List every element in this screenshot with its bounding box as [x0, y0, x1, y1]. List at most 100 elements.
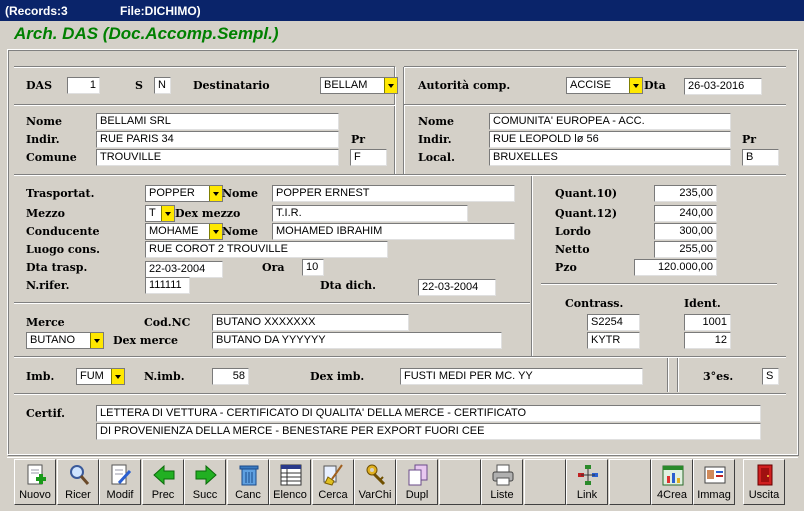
- edit-document-icon: [111, 464, 132, 485]
- autorita-label: Autorità comp.: [418, 79, 511, 92]
- lordo-label: Lordo: [555, 225, 591, 238]
- trasportat-dropdown[interactable]: POPPER: [145, 185, 223, 202]
- mezzo-label: Mezzo: [26, 207, 66, 220]
- uscita-button[interactable]: Uscita: [743, 459, 785, 505]
- crea4-button[interactable]: 4Crea: [651, 459, 693, 505]
- certif-line-1[interactable]: LETTERA DI VETTURA - CERTIFICATO DI QUAL…: [96, 405, 761, 422]
- dtadich-field[interactable]: 22-03-2004: [418, 279, 496, 296]
- cerca-label: Cerca: [318, 489, 348, 501]
- chevron-down-icon[interactable]: [111, 369, 124, 384]
- imb-label: Imb.: [26, 370, 55, 383]
- contrass-field-2[interactable]: KYTR: [587, 332, 640, 349]
- dta-label: Dta: [644, 79, 666, 92]
- crea4-label: 4Crea: [657, 489, 687, 501]
- ident-field-2[interactable]: 12: [684, 332, 731, 349]
- nuovo-label: Nuovo: [19, 489, 51, 501]
- link-label: Link: [576, 489, 598, 501]
- chevron-down-icon[interactable]: [209, 224, 222, 239]
- divider: [667, 358, 669, 392]
- quant10-label: Quant.10): [555, 187, 618, 200]
- dexmezzo-field[interactable]: T.I.R.: [272, 205, 468, 222]
- codnc-field[interactable]: BUTANO XXXXXXX: [212, 314, 409, 331]
- chevron-down-icon[interactable]: [209, 186, 222, 201]
- chevron-down-icon[interactable]: [384, 78, 397, 93]
- merce-value: BUTANO: [30, 334, 76, 346]
- pzo-label: Pzo: [555, 261, 577, 274]
- autorita-dropdown[interactable]: ACCISE: [566, 77, 643, 94]
- netto-field[interactable]: 255,00: [654, 241, 717, 258]
- contrass-field-1[interactable]: S2254: [587, 314, 640, 331]
- arrow-right-icon: [195, 464, 217, 486]
- s-label: S: [135, 79, 143, 92]
- dta-field[interactable]: 26-03-2016: [684, 78, 762, 95]
- conducente-dropdown[interactable]: MOHAME: [145, 223, 223, 240]
- immag-label: Immag: [697, 489, 731, 501]
- link-button[interactable]: Link: [566, 459, 608, 505]
- canc-button[interactable]: Canc: [227, 459, 269, 505]
- quant12-field[interactable]: 240,00: [654, 205, 717, 222]
- auth-pr-field[interactable]: B: [742, 149, 779, 166]
- auth-nome-field[interactable]: COMUNITA' EUROPEA - ACC.: [489, 113, 731, 130]
- file-name: File:DICHIMO): [120, 4, 201, 18]
- cond-nome-field[interactable]: MOHAMED IBRAHIM: [272, 223, 515, 240]
- dest-comune-label: Comune: [26, 151, 77, 164]
- deximb-field[interactable]: FUSTI MEDI PER MC. YY: [400, 368, 643, 385]
- ricer-label: Ricer: [65, 489, 91, 501]
- divider: [14, 302, 530, 304]
- dest-comune-field[interactable]: TROUVILLE: [96, 149, 339, 166]
- ident-label: Ident.: [684, 297, 721, 310]
- s-field[interactable]: N: [154, 77, 171, 94]
- divider: [404, 66, 786, 68]
- dtatrasp-field[interactable]: 22-03-2004: [145, 261, 223, 278]
- das-field[interactable]: 1: [67, 77, 100, 94]
- certif-line-2[interactable]: DI PROVENIENZA DELLA MERCE - BENESTARE P…: [96, 423, 761, 440]
- nrifer-label: N.rifer.: [26, 279, 70, 292]
- destinatario-dropdown[interactable]: BELLAM: [320, 77, 398, 94]
- ora-field[interactable]: 10: [302, 259, 324, 276]
- dexmerce-label: Dex merce: [113, 334, 179, 347]
- divider: [14, 66, 395, 68]
- dest-pr-field[interactable]: F: [350, 149, 387, 166]
- imb-dropdown[interactable]: FUM: [76, 368, 125, 385]
- toolbar-empty-slot: [524, 459, 566, 505]
- quant10-field[interactable]: 235,00: [654, 185, 717, 202]
- chevron-down-icon[interactable]: [161, 206, 174, 221]
- ricer-button[interactable]: Ricer: [57, 459, 99, 505]
- succ-button[interactable]: Succ: [184, 459, 226, 505]
- dest-nome-field[interactable]: BELLAMI SRL: [96, 113, 339, 130]
- nimb-field[interactable]: 58: [212, 368, 249, 385]
- elenco-button[interactable]: Elenco: [269, 459, 311, 505]
- trasp-nome-field[interactable]: POPPER ERNEST: [272, 185, 515, 202]
- nuovo-button[interactable]: Nuovo: [14, 459, 56, 505]
- dest-pr-label: Pr: [351, 133, 366, 146]
- certif-label: Certif.: [26, 407, 65, 420]
- mezzo-dropdown[interactable]: T: [145, 205, 175, 222]
- nrifer-field[interactable]: 111111: [145, 277, 190, 294]
- varchi-button[interactable]: VarChi: [354, 459, 396, 505]
- lordo-field[interactable]: 300,00: [654, 223, 717, 240]
- merce-dropdown[interactable]: BUTANO: [26, 332, 104, 349]
- auth-local-field[interactable]: BRUXELLES: [489, 149, 731, 166]
- keys-icon: [366, 464, 386, 486]
- immag-button[interactable]: Immag: [693, 459, 735, 505]
- pzo-field[interactable]: 120.000,00: [634, 259, 717, 276]
- ident-field-1[interactable]: 1001: [684, 314, 731, 331]
- divider: [541, 283, 777, 285]
- dest-indir-field[interactable]: RUE PARIS 34: [96, 131, 339, 148]
- chevron-down-icon[interactable]: [629, 78, 642, 93]
- chevron-down-icon[interactable]: [90, 333, 103, 348]
- liste-button[interactable]: Liste: [481, 459, 523, 505]
- modif-button[interactable]: Modif: [99, 459, 141, 505]
- succ-label: Succ: [192, 489, 218, 501]
- broom-icon: [323, 464, 343, 486]
- prec-button[interactable]: Prec: [142, 459, 184, 505]
- uscita-label: Uscita: [748, 489, 780, 501]
- dupl-button[interactable]: Dupl: [396, 459, 438, 505]
- cerca-button[interactable]: Cerca: [312, 459, 354, 505]
- dexmerce-field[interactable]: BUTANO DA YYYYYY: [212, 332, 502, 349]
- divider: [403, 67, 405, 175]
- terzo-es-field[interactable]: S: [762, 368, 779, 385]
- conducente-value: MOHAME: [149, 225, 199, 237]
- luogo-field[interactable]: RUE COROT 2 TROUVILLE: [145, 241, 388, 258]
- auth-indir-field[interactable]: RUE LEOPOLD lø 56: [489, 131, 731, 148]
